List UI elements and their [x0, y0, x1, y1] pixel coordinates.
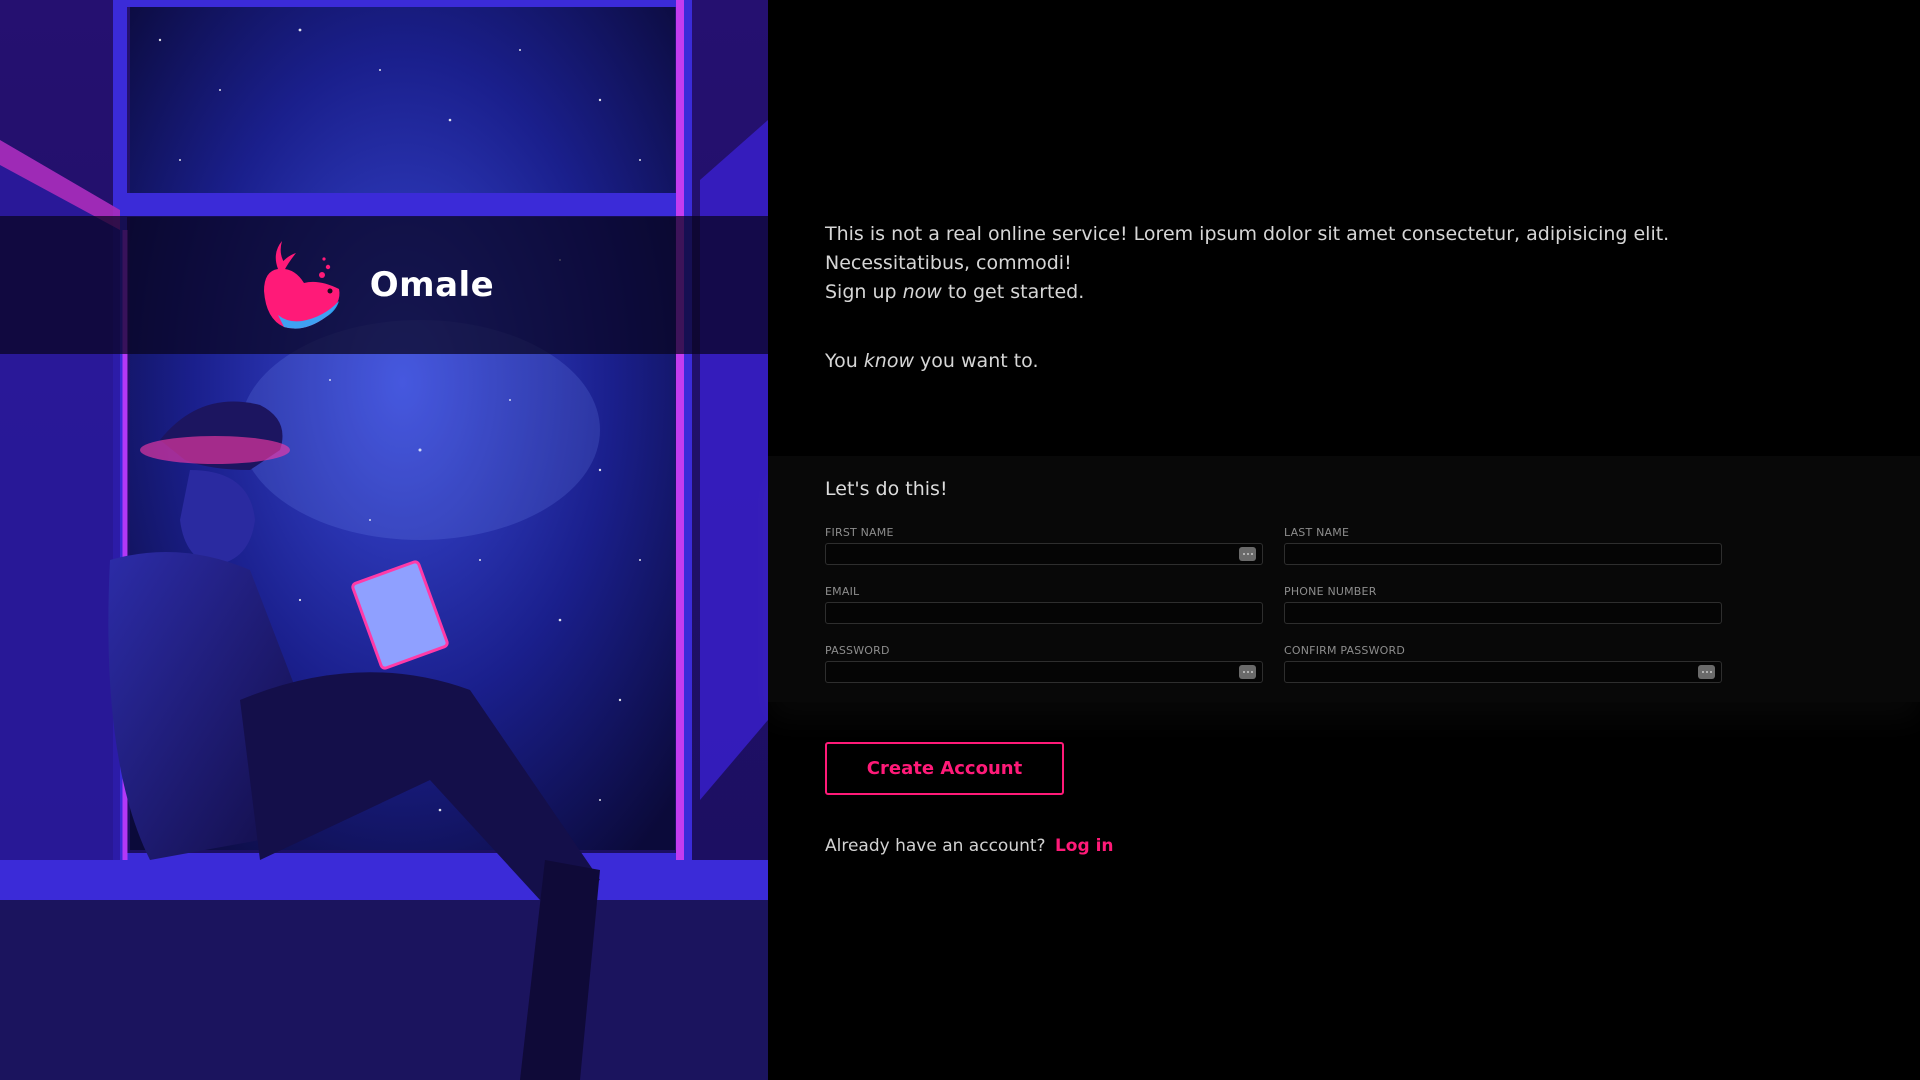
phone-input[interactable] — [1285, 604, 1721, 625]
form-title: Let's do this! — [825, 478, 948, 500]
password-manager-icon[interactable] — [1239, 547, 1256, 561]
last-name-label: LAST NAME — [1284, 526, 1350, 539]
phone-label: PHONE NUMBER — [1284, 585, 1377, 598]
first-name-label: FIRST NAME — [825, 526, 894, 539]
brand-logo[interactable]: Omale — [244, 231, 495, 339]
hero-image-panel: Omale — [0, 0, 768, 1080]
hero-illustration — [0, 0, 768, 1080]
login-prompt-text: Already have an account? — [825, 836, 1046, 856]
email-field: EMAIL — [825, 585, 1263, 625]
password-manager-icon[interactable] — [1239, 665, 1256, 679]
confirm-password-box — [1284, 661, 1722, 684]
email-label: EMAIL — [825, 585, 860, 598]
password-manager-icon[interactable] — [1698, 665, 1715, 679]
tagline-post: you want to. — [914, 350, 1039, 372]
tagline-emphasis: know — [863, 350, 915, 372]
signup-form: Let's do this! FIRST NAME LAST NAME EMAI… — [768, 456, 1920, 702]
confirm-password-input[interactable] — [1285, 663, 1721, 684]
password-input[interactable] — [826, 663, 1262, 684]
email-box — [825, 602, 1263, 625]
confirm-password-label: CONFIRM PASSWORD — [1284, 644, 1406, 657]
last-name-input[interactable] — [1285, 545, 1721, 566]
intro-tagline: You know you want to. — [825, 347, 1825, 376]
last-name-field: LAST NAME — [1284, 526, 1722, 566]
intro-line-3-pre: Sign up — [825, 281, 903, 303]
login-prompt: Already have an account? Log in — [825, 836, 1114, 856]
intro-text: This is not a real online service! Lorem… — [825, 220, 1825, 376]
last-name-box — [1284, 543, 1722, 566]
signup-page: Omale This is not a real online service!… — [0, 0, 1920, 1080]
whale-logo-icon — [263, 241, 340, 329]
email-input[interactable] — [826, 604, 1262, 625]
create-account-button[interactable]: Create Account — [825, 742, 1064, 795]
password-field: PASSWORD — [825, 644, 1263, 684]
brand-name: Omale — [369, 265, 495, 305]
intro-line-1: This is not a real online service! Lorem… — [825, 223, 1670, 245]
first-name-box — [825, 543, 1263, 566]
confirm-password-field: CONFIRM PASSWORD — [1284, 644, 1722, 684]
intro-line-3-emphasis: now — [902, 281, 942, 303]
intro-line-2: Necessitatibus, commodi! — [825, 252, 1072, 274]
intro-line-3-post: to get started. — [941, 281, 1085, 303]
tagline-pre: You — [825, 350, 864, 372]
login-link[interactable]: Log in — [1055, 836, 1114, 856]
phone-box — [1284, 602, 1722, 625]
brand-banner: Omale — [0, 216, 768, 354]
first-name-field: FIRST NAME — [825, 526, 1263, 566]
intro-paragraph: This is not a real online service! Lorem… — [825, 220, 1825, 307]
phone-field: PHONE NUMBER — [1284, 585, 1722, 625]
password-box — [825, 661, 1263, 684]
first-name-input[interactable] — [826, 545, 1262, 566]
password-label: PASSWORD — [825, 644, 890, 657]
